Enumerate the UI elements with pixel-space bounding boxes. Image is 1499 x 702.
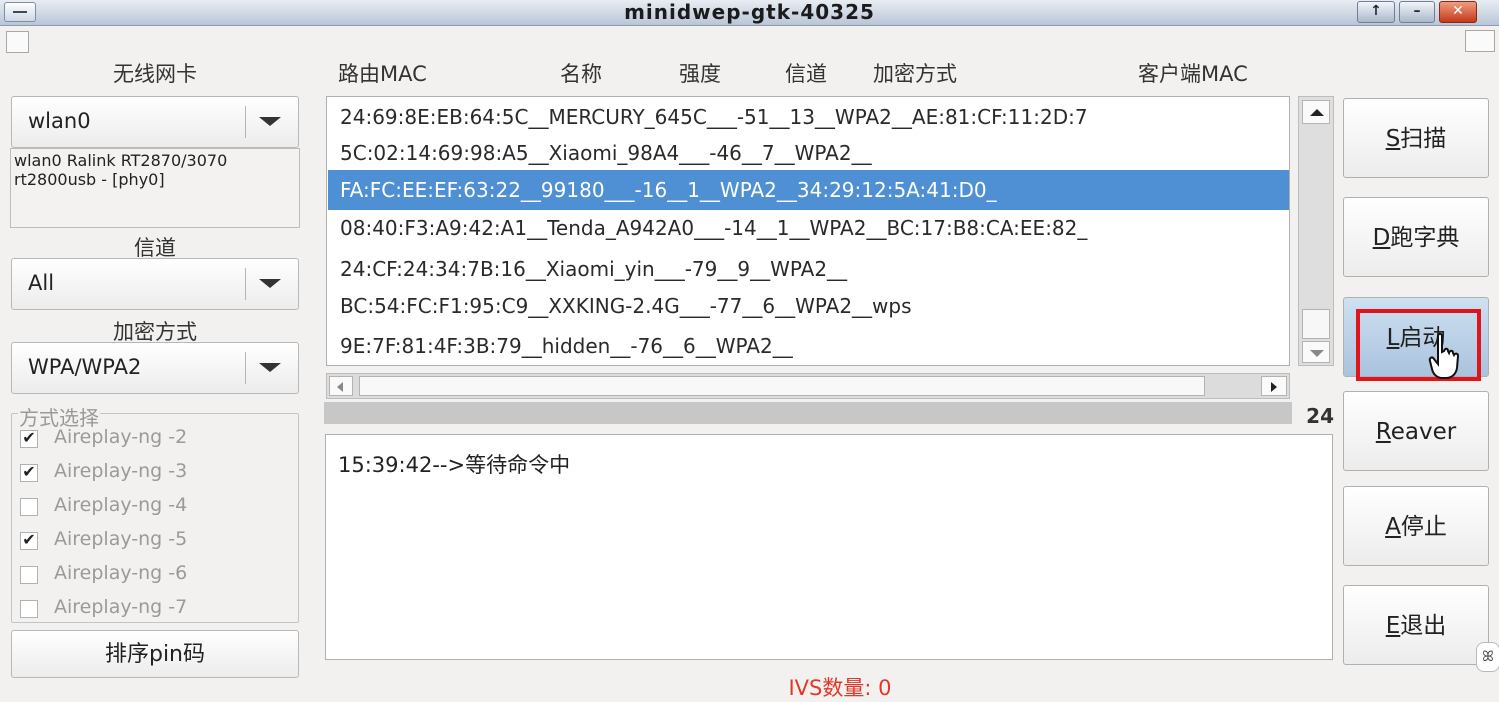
dictionary-button[interactable]: D跑字典 (1343, 197, 1489, 277)
ap-list[interactable]: 24:69:8E:EB:64:5C__MERCURY_645C___-51__1… (326, 96, 1290, 366)
checkbox[interactable]: ✔ (20, 430, 38, 448)
exit-button-mnemonic: E (1385, 613, 1401, 639)
vertical-scrollbar[interactable] (1298, 96, 1334, 366)
card-info: wlan0 Ralink RT2870/3070 rt2800usb - [ph… (10, 148, 300, 228)
encryption-select-value: WPA/WPA2 (28, 355, 142, 379)
scan-button-mnemonic: S (1385, 126, 1401, 152)
window-raise-button[interactable]: ↑ (1357, 1, 1395, 23)
ap-row[interactable]: 24:69:8E:EB:64:5C__MERCURY_645C___-51__1… (328, 97, 1289, 137)
window-close-button[interactable]: ✕ (1439, 1, 1477, 23)
reaver-button-mnemonic: R (1375, 419, 1391, 445)
start-button-mnemonic: L (1386, 325, 1400, 351)
checkbox[interactable] (20, 498, 38, 516)
ivs-count: IVS数量: 0 (788, 676, 892, 700)
stop-button-mnemonic: A (1385, 514, 1401, 540)
ap-row-selected[interactable]: FA:FC:EE:EF:63:22__99180___-16__1__WPA2_… (328, 170, 1289, 210)
scan-button[interactable]: S扫描 (1343, 98, 1489, 178)
checkbox[interactable] (20, 566, 38, 584)
checkbox[interactable]: ✔ (20, 464, 38, 482)
hand-cursor-icon (1428, 332, 1460, 379)
scroll-down-icon[interactable] (1302, 341, 1330, 363)
method-option-label: Aireplay-ng -5 (54, 528, 188, 550)
channel-select[interactable]: All (11, 258, 299, 310)
title-bar: minidwep-gtk-40325 ↑ – ✕ (0, 0, 1499, 26)
card-select-value: wlan0 (28, 109, 91, 133)
encryption-select[interactable]: WPA/WPA2 (11, 342, 299, 394)
column-header-strength: 强度 (679, 62, 721, 86)
reaver-button[interactable]: Reaver (1343, 391, 1489, 471)
channel-select-value: All (28, 271, 55, 295)
column-header-router-mac: 路由MAC (338, 62, 427, 86)
window-minimize-button[interactable]: – (1399, 1, 1435, 23)
start-button[interactable]: L启动 (1343, 297, 1489, 377)
chevron-down-icon[interactable] (259, 117, 281, 126)
progress-bar (324, 402, 1292, 424)
method-option-label: Aireplay-ng -4 (54, 494, 188, 516)
ap-row[interactable]: 24:CF:24:34:7B:16__Xiaomi_yin___-79__9__… (328, 249, 1289, 289)
scan-button-label: 扫描 (1400, 126, 1447, 152)
chevron-down-icon[interactable] (259, 279, 281, 288)
horizontal-scrollbar[interactable] (326, 373, 1290, 399)
column-header-channel: 信道 (785, 62, 827, 86)
method-option-label: Aireplay-ng -2 (54, 426, 188, 448)
dictionary-button-mnemonic: D (1372, 225, 1391, 251)
reaver-button-label: eaver (1390, 419, 1457, 445)
exit-button[interactable]: E退出 (1343, 585, 1489, 665)
chevron-down-icon[interactable] (259, 363, 281, 372)
scroll-left-icon[interactable] (329, 376, 353, 396)
dictionary-button-label: 跑字典 (1390, 225, 1460, 251)
horizontal-scroll-thumb[interactable] (359, 376, 1205, 396)
checkbox[interactable] (20, 600, 38, 618)
combo-separator (245, 268, 246, 300)
scroll-right-icon[interactable] (1261, 376, 1287, 396)
combo-separator (245, 352, 246, 384)
ap-row[interactable]: BC:54:FC:F1:95:C9__XXKING-2.4G___-77__6_… (328, 286, 1289, 326)
card-select[interactable]: wlan0 (11, 96, 299, 148)
method-option-label: Aireplay-ng -7 (54, 596, 188, 618)
sort-pin-button[interactable]: 排序pin码 (11, 630, 299, 678)
scroll-up-icon[interactable] (1302, 100, 1330, 124)
ap-row[interactable]: 08:40:F3:A9:42:A1__Tenda_A942A0___-14__1… (328, 208, 1289, 248)
ap-row[interactable]: 5C:02:14:69:98:A5__Xiaomi_98A4___-46__7_… (328, 133, 1289, 173)
combo-separator (245, 106, 246, 138)
method-option-label: Aireplay-ng -6 (54, 562, 188, 584)
log-line: 15:39:42-->等待命令中 (338, 453, 571, 477)
column-header-encryption: 加密方式 (873, 62, 957, 86)
side-tool-icon[interactable]: ꕤ (1476, 642, 1499, 672)
corner-toggle-right[interactable] (1465, 30, 1495, 52)
ap-row[interactable]: 9E:7F:81:4F:3B:79__hidden__-76__6__WPA2_… (328, 326, 1289, 365)
column-header-client-mac: 客户端MAC (1138, 62, 1248, 86)
exit-button-label: 退出 (1400, 613, 1447, 639)
method-option-label: Aireplay-ng -3 (54, 460, 188, 482)
stop-button[interactable]: A停止 (1343, 486, 1489, 566)
card-label: 无线网卡 (113, 62, 197, 86)
corner-toggle-left[interactable] (6, 31, 29, 53)
checkbox[interactable]: ✔ (20, 532, 38, 550)
window-title: minidwep-gtk-40325 (624, 0, 875, 24)
log-output[interactable]: 15:39:42-->等待命令中 (325, 434, 1333, 660)
stop-button-label: 停止 (1400, 514, 1447, 540)
vertical-scroll-thumb[interactable] (1302, 309, 1330, 339)
column-header-name: 名称 (560, 62, 602, 86)
progress-count: 24 (1306, 404, 1334, 428)
